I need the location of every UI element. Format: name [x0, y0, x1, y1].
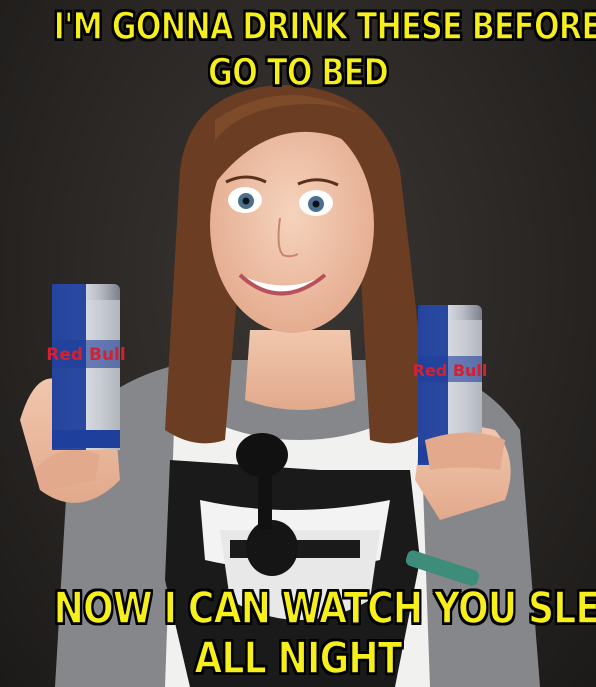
meme-image: Red Bull Red Bull I'M GONNA DRINK THESE …	[0, 0, 596, 687]
top-caption-line-2: GO TO BED	[207, 50, 389, 95]
bottom-caption: NOW I CAN WATCH YOU SLEEP ALL NIGHT	[53, 583, 596, 685]
can-logo-text: Red Bull	[46, 345, 125, 365]
left-red-bull-can: Red Bull	[20, 284, 126, 503]
face	[210, 108, 380, 333]
can-logo-text: Red Bull	[413, 361, 488, 380]
bottom-caption-line-2: ALL NIGHT	[194, 633, 403, 685]
top-caption-line-1: I'M GONNA DRINK THESE BEFORE YOU	[53, 4, 596, 49]
bottom-caption-line-1: NOW I CAN WATCH YOU SLEEP	[53, 583, 596, 635]
top-caption: I'M GONNA DRINK THESE BEFORE YOU GO TO B…	[53, 4, 596, 96]
